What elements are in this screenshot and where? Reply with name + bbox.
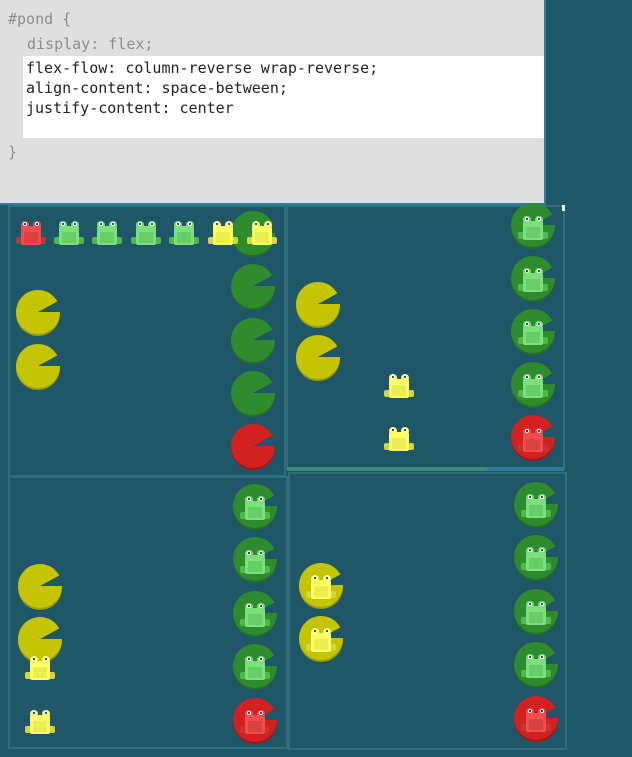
- green-frog: [521, 547, 551, 571]
- red-frog: [240, 710, 270, 734]
- answer-line-2: align-content: space-between;: [26, 79, 288, 97]
- green-lilypad: [231, 264, 275, 310]
- green-lilypad: [231, 318, 275, 364]
- green-lilypad: [231, 371, 275, 417]
- green-frog: [240, 550, 270, 574]
- red-frog: [16, 221, 46, 245]
- green-frog: [518, 268, 548, 292]
- green-frog: [521, 601, 551, 625]
- red-frog: [518, 428, 548, 452]
- green-frog: [54, 221, 84, 245]
- green-frog: [518, 374, 548, 398]
- yellow-frog: [208, 221, 238, 245]
- divider-bar-blue: [487, 467, 564, 471]
- green-frog: [240, 603, 270, 627]
- yellow-lilypad: [16, 344, 60, 390]
- green-frog: [131, 221, 161, 245]
- selector-line: #pond {: [8, 10, 72, 28]
- yellow-frog: [306, 575, 336, 599]
- css-editor: #pond { display: flex; flex-flow: column…: [0, 0, 546, 205]
- marker: [562, 205, 565, 211]
- closing-brace: }: [8, 143, 18, 161]
- yellow-lilypad: [296, 282, 340, 328]
- red-frog: [521, 708, 551, 732]
- green-frog: [169, 221, 199, 245]
- answer-line-1: flex-flow: column-reverse wrap-reverse;: [26, 59, 379, 77]
- yellow-frog: [25, 656, 55, 680]
- yellow-frog: [306, 628, 336, 652]
- red-lilypad: [231, 424, 275, 470]
- green-frog: [521, 654, 551, 678]
- yellow-frog: [384, 427, 414, 451]
- green-frog: [240, 656, 270, 680]
- yellow-lilypad: [16, 290, 60, 336]
- green-frog: [92, 221, 122, 245]
- green-frog: [521, 494, 551, 518]
- answer-line-3: justify-content: center: [26, 99, 234, 117]
- yellow-frog: [384, 374, 414, 398]
- yellow-frog: [25, 710, 55, 734]
- green-frog: [518, 216, 548, 240]
- display-line: display: flex;: [27, 35, 154, 53]
- green-frog: [240, 496, 270, 520]
- yellow-lilypad: [18, 564, 62, 610]
- green-frog: [518, 321, 548, 345]
- divider-bar: [287, 467, 487, 471]
- yellow-frog: [247, 221, 277, 245]
- answer-textarea[interactable]: flex-flow: column-reverse wrap-reverse; …: [23, 56, 544, 138]
- yellow-lilypad: [296, 335, 340, 381]
